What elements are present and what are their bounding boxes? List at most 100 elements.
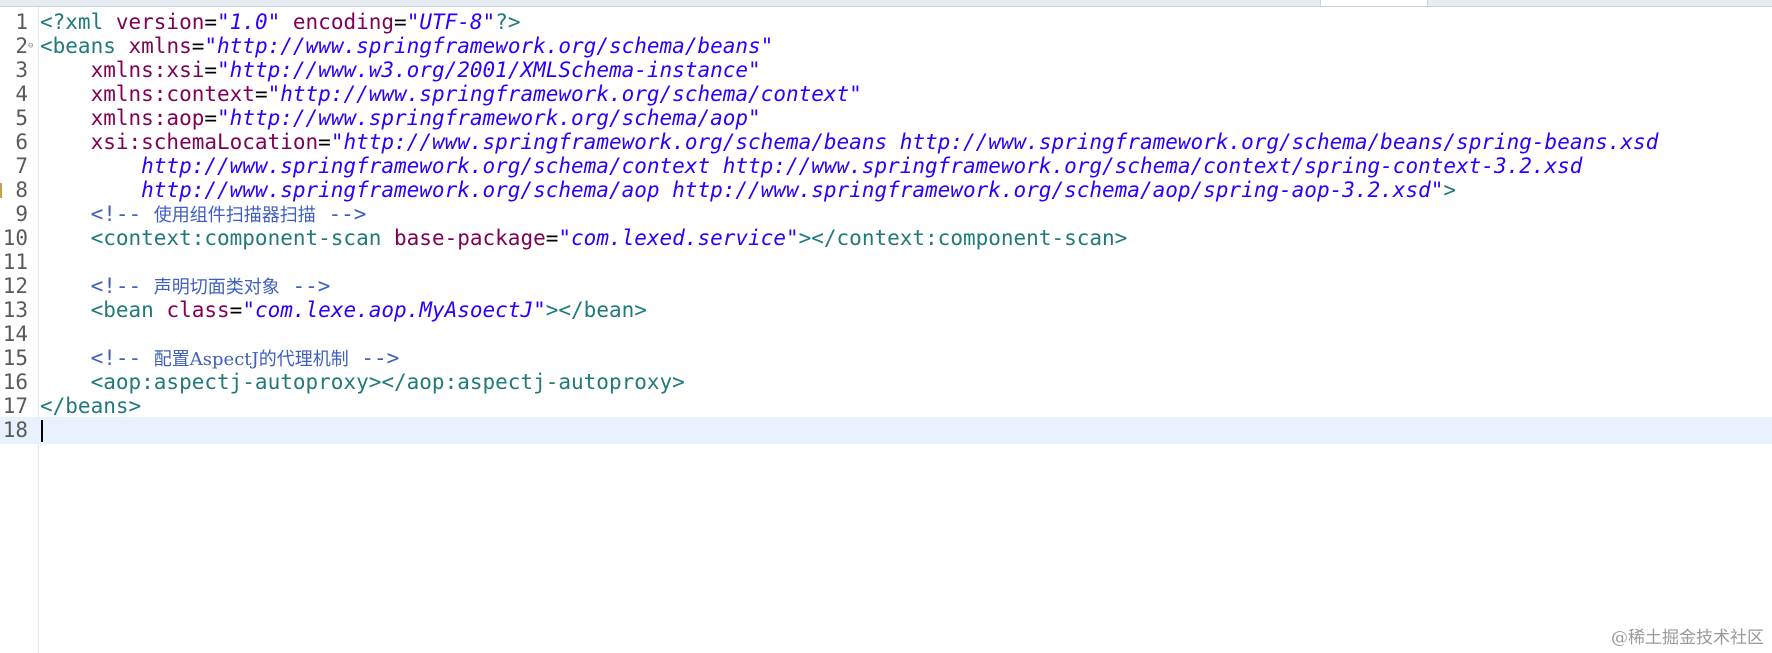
line-number: 17 <box>2 394 28 418</box>
code-token: base-package <box>394 226 546 250</box>
tab-active[interactable] <box>1320 0 1428 6</box>
code-token: xmlns:aop <box>40 106 205 130</box>
code-token: = <box>191 34 205 58</box>
code-token: "http://www.springframework.org/schema/b… <box>330 130 1659 154</box>
code-token: xmlns:xsi <box>40 58 205 82</box>
line-number: 3 <box>15 58 28 82</box>
code-token: = <box>204 106 218 130</box>
code-token: ?> <box>495 10 521 34</box>
line-code: http://www.springframework.org/schema/ao… <box>40 177 1456 204</box>
line-number: 15 <box>2 346 28 370</box>
line-code <box>40 417 43 444</box>
code-line[interactable]: 10 <context:component-scan base-package=… <box>0 225 1772 252</box>
line-number: 1 <box>15 10 28 34</box>
line-code: xmlns:xsi="http://www.w3.org/2001/XMLSch… <box>40 57 761 84</box>
code-token: </beans> <box>40 394 142 418</box>
code-token: "1.0" <box>217 10 281 34</box>
watermark: @稀土掘金技术社区 <box>1611 628 1764 648</box>
code-line[interactable]: 4 xmlns:context="http://www.springframew… <box>0 81 1772 108</box>
code-token: <!-- <box>40 274 154 298</box>
code-token: = <box>229 298 243 322</box>
code-token: <aop:aspectj-autoproxy></aop:aspectj-aut… <box>40 370 685 394</box>
line-number: 5 <box>15 106 28 130</box>
code-token: --> <box>348 346 400 370</box>
code-token: <!-- <box>40 346 154 370</box>
line-number: 6 <box>15 130 28 154</box>
code-line[interactable]: 18 <box>0 417 1772 444</box>
code-token: "com.lexe.aop.MyAsoectJ" <box>242 298 546 322</box>
code-token: <beans <box>40 34 129 58</box>
code-token: "http://www.springframework.org/schema/b… <box>204 34 774 58</box>
line-code: </beans> <box>40 393 141 420</box>
line-number: 11 <box>2 250 28 274</box>
code-token: --> <box>315 202 367 226</box>
code-line[interactable]: 3 xmlns:xsi="http://www.w3.org/2001/XMLS… <box>0 57 1772 84</box>
code-editor[interactable]: 1 <?xml version="1.0" encoding="UTF-8"?> 2… <box>0 9 1772 653</box>
code-line[interactable]: 5 xmlns:aop="http://www.springframework.… <box>0 105 1772 132</box>
code-token: = <box>318 130 331 154</box>
code-line[interactable]: 2 ⊖ <beans xmlns="http://www.springframewo… <box>0 33 1772 60</box>
code-token: = <box>204 10 218 34</box>
code-token: <bean <box>40 298 167 322</box>
code-token: "http://www.w3.org/2001/XMLSchema-instan… <box>217 58 761 82</box>
line-number: 7 <box>15 154 28 178</box>
line-code: <context:component-scan base-package="co… <box>40 225 1128 252</box>
line-number: 12 <box>2 274 28 298</box>
line-code: <beans xmlns="http://www.springframework… <box>40 33 773 60</box>
line-number: 16 <box>2 370 28 394</box>
code-line[interactable]: 15 <!-- 配置AspectJ的代理机制 --> <box>0 345 1772 372</box>
code-token: http://www.springframework.org/schema/ao… <box>40 178 1444 202</box>
line-number: 18 <box>2 418 28 442</box>
code-token: = <box>254 82 268 106</box>
code-token: "UTF-8" <box>406 10 496 34</box>
code-line[interactable]: 12 <!-- 声明切面类对象 --> <box>0 273 1772 300</box>
code-token: --> <box>279 274 331 298</box>
line-number: 14 <box>2 322 28 346</box>
code-token: = <box>545 226 559 250</box>
code-token: xmlns:context <box>40 82 255 106</box>
line-code: <bean class="com.lexe.aop.MyAsoectJ"></b… <box>40 297 647 324</box>
line-number: 13 <box>2 298 28 322</box>
line-number: 8 <box>15 178 28 202</box>
code-token: = <box>204 58 218 82</box>
code-token: <context:component-scan <box>40 226 395 250</box>
code-line[interactable]: 8 http://www.springframework.org/schema/… <box>0 177 1772 204</box>
line-number: 10 <box>2 226 28 250</box>
code-token: "http://www.springframework.org/schema/a… <box>217 106 761 130</box>
line-code: <?xml version="1.0" encoding="UTF-8"?> <box>40 9 521 36</box>
code-token: xsi:schemaLocation <box>40 130 319 154</box>
code-token: = <box>394 10 407 34</box>
code-token: <!-- <box>40 202 154 226</box>
code-token: "http://www.springframework.org/schema/c… <box>267 82 862 106</box>
code-token: 配置AspectJ的代理机制 <box>153 349 349 370</box>
code-line[interactable]: 1 <?xml version="1.0" encoding="UTF-8"?> <box>0 9 1772 36</box>
line-code: xmlns:context="http://www.springframewor… <box>40 81 862 108</box>
code-line[interactable]: 11 <box>0 249 1772 276</box>
line-number: 9 <box>15 202 28 226</box>
line-code: http://www.springframework.org/schema/co… <box>40 153 1582 180</box>
line-code: xmlns:aop="http://www.springframework.or… <box>40 105 761 132</box>
code-token: http://www.springframework.org/schema/co… <box>40 154 1583 178</box>
editor-tab-bar <box>0 0 1772 7</box>
code-line[interactable]: 16 <aop:aspectj-autoproxy></aop:aspectj-… <box>0 369 1772 396</box>
code-token: > <box>1443 178 1457 202</box>
line-code: <aop:aspectj-autoproxy></aop:aspectj-aut… <box>40 369 685 396</box>
line-number: 2 <box>15 34 28 58</box>
text-caret <box>41 420 43 442</box>
code-line[interactable]: 17 </beans> <box>0 393 1772 420</box>
code-line[interactable]: 13 <bean class="com.lexe.aop.MyAsoectJ">… <box>0 297 1772 324</box>
line-number: 4 <box>15 82 28 106</box>
code-token: version <box>115 10 205 34</box>
line-code: xsi:schemaLocation="http://www.springfra… <box>40 129 1659 156</box>
code-token: 声明切面类对象 <box>153 277 280 298</box>
fold-toggle-icon[interactable]: ⊖ <box>28 42 33 51</box>
code-token: <?xml <box>40 10 116 34</box>
code-token: encoding <box>280 10 395 34</box>
code-line[interactable]: 9 <!-- 使用组件扫描器扫描 --> <box>0 201 1772 228</box>
code-line[interactable]: 6 xsi:schemaLocation="http://www.springf… <box>0 129 1772 156</box>
code-token: class <box>166 298 230 322</box>
code-token: ></bean> <box>545 298 647 322</box>
code-token: 使用组件扫描器扫描 <box>153 205 316 226</box>
code-line[interactable]: 14 <box>0 321 1772 348</box>
code-line[interactable]: 7 http://www.springframework.org/schema/… <box>0 153 1772 180</box>
